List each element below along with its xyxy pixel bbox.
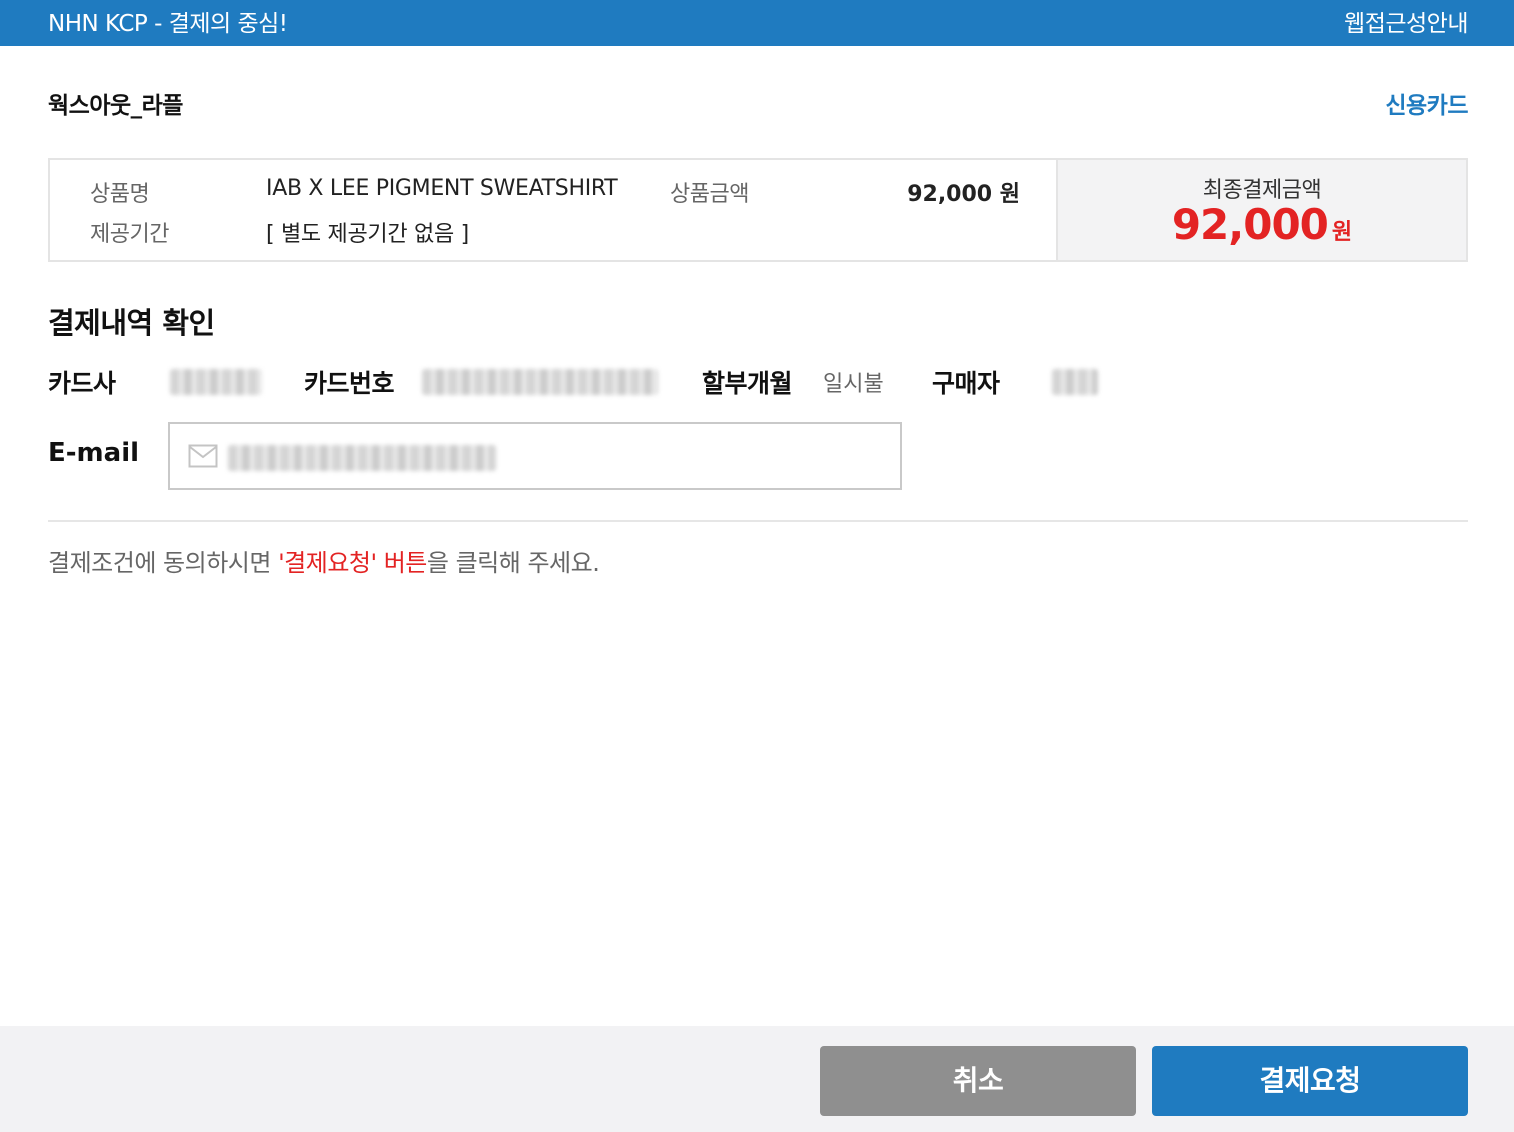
card-company-redacted — [170, 369, 262, 395]
notice-text-before: 결제조건에 동의하시면 — [48, 549, 279, 577]
product-price-label: 상품금액 — [670, 182, 749, 207]
brand-title: NHN KCP - 결제의 중심! — [48, 11, 288, 37]
card-company-label: 카드사 — [48, 369, 116, 398]
email-label: E-mail — [48, 438, 140, 468]
top-bar: NHN KCP - 결제의 중심! 웹접근성안내 — [0, 0, 1514, 46]
final-amount-value: 92,000 — [1171, 200, 1329, 249]
card-number-redacted — [422, 369, 658, 395]
accessibility-link[interactable]: 웹접근성안내 — [1344, 4, 1468, 38]
notice-highlight: '결제요청' 버튼 — [278, 549, 427, 577]
footer-bar: 취소 결제요청 — [0, 1026, 1514, 1132]
buyer-redacted — [1052, 369, 1098, 395]
section-title: 결제내역 확인 — [48, 306, 215, 340]
email-redacted — [228, 445, 496, 471]
notice-text-after: 을 클릭해 주세요. — [426, 549, 600, 577]
payment-method: 신용카드 — [1385, 93, 1468, 119]
final-amount-unit: 원 — [1331, 220, 1353, 245]
buyer-label: 구매자 — [932, 369, 1000, 398]
product-name: IAB X LEE PIGMENT SWEATSHIRT — [266, 176, 618, 201]
period-label: 제공기간 — [90, 222, 169, 247]
final-amount: 92,000 원 — [1058, 200, 1466, 249]
agreement-notice: 결제조건에 동의하시면 '결제요청' 버튼을 클릭해 주세요. — [48, 543, 600, 578]
final-amount-panel: 최종결제금액 92,000 원 — [1056, 160, 1466, 260]
order-summary: 상품명 IAB X LEE PIGMENT SWEATSHIRT 상품금액 92… — [48, 158, 1468, 262]
card-number-label: 카드번호 — [304, 369, 395, 398]
pay-request-button[interactable]: 결제요청 — [1152, 1046, 1468, 1116]
period-value: [ 별도 제공기간 없음 ] — [266, 222, 469, 247]
product-price: 92,000 원 — [907, 182, 1020, 207]
product-name-label: 상품명 — [90, 182, 150, 207]
email-field[interactable] — [168, 422, 902, 490]
installment-label: 할부개월 — [702, 369, 793, 398]
merchant-name: 웍스아웃_라플 — [48, 93, 183, 119]
divider — [48, 520, 1468, 522]
mail-icon — [188, 444, 218, 468]
cancel-button[interactable]: 취소 — [820, 1046, 1136, 1116]
installment-value: 일시불 — [823, 372, 884, 397]
